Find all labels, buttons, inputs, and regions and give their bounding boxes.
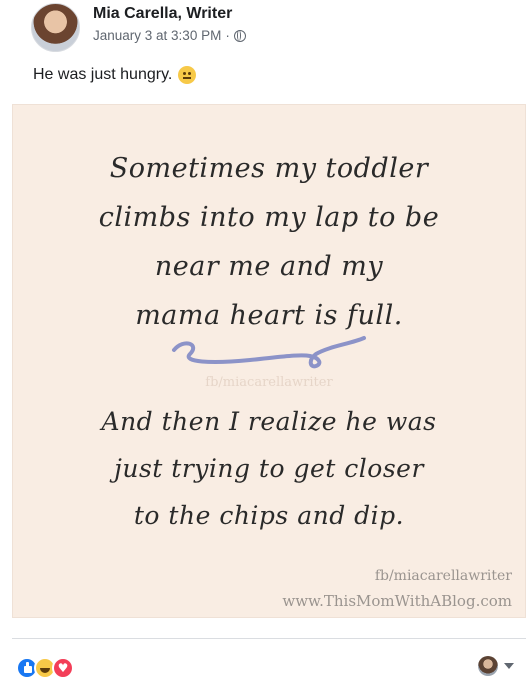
globe-icon[interactable] xyxy=(233,29,246,42)
quote-line: near me and my xyxy=(154,251,384,282)
quote-bottom-text: And then I realize he was just trying to… xyxy=(12,398,526,539)
author-name[interactable]: Mia Carella, Writer xyxy=(93,5,232,23)
post-header: Mia Carella, Writer January 3 at 3:30 PM… xyxy=(0,0,528,60)
quote-line: to the chips and dip. xyxy=(133,501,405,530)
quote-image[interactable]: Sometimes my toddler climbs into my lap … xyxy=(12,104,526,618)
swirl-divider-icon xyxy=(172,336,366,369)
meta-separator: · xyxy=(225,28,230,43)
post-timestamp[interactable]: January 3 at 3:30 PM xyxy=(93,28,221,43)
reaction-summary[interactable] xyxy=(16,657,74,679)
credit-url: www.ThisMomWithABlog.com xyxy=(282,592,512,610)
caption-text: He was just hungry. xyxy=(33,66,173,83)
viewer-avatar[interactable] xyxy=(478,656,498,676)
author-avatar[interactable] xyxy=(31,3,80,52)
viewer-selector[interactable] xyxy=(478,656,514,676)
quote-line: mama heart is full. xyxy=(135,300,403,331)
grimacing-face-emoji-icon xyxy=(178,66,197,84)
post-meta: January 3 at 3:30 PM · xyxy=(93,28,246,43)
quote-top-text: Sometimes my toddler climbs into my lap … xyxy=(12,144,526,340)
center-watermark: fb/miacarellawriter xyxy=(205,375,333,390)
quote-line: just trying to get closer xyxy=(114,454,424,483)
post-divider xyxy=(12,638,526,639)
love-icon[interactable] xyxy=(52,657,74,679)
quote-line: climbs into my lap to be xyxy=(98,202,440,233)
post-caption: He was just hungry. xyxy=(33,66,197,84)
credit-facebook: fb/miacarellawriter xyxy=(374,568,512,584)
quote-line: Sometimes my toddler xyxy=(109,153,429,184)
quote-line: And then I realize he was xyxy=(101,407,437,436)
caret-down-icon[interactable] xyxy=(504,663,514,669)
